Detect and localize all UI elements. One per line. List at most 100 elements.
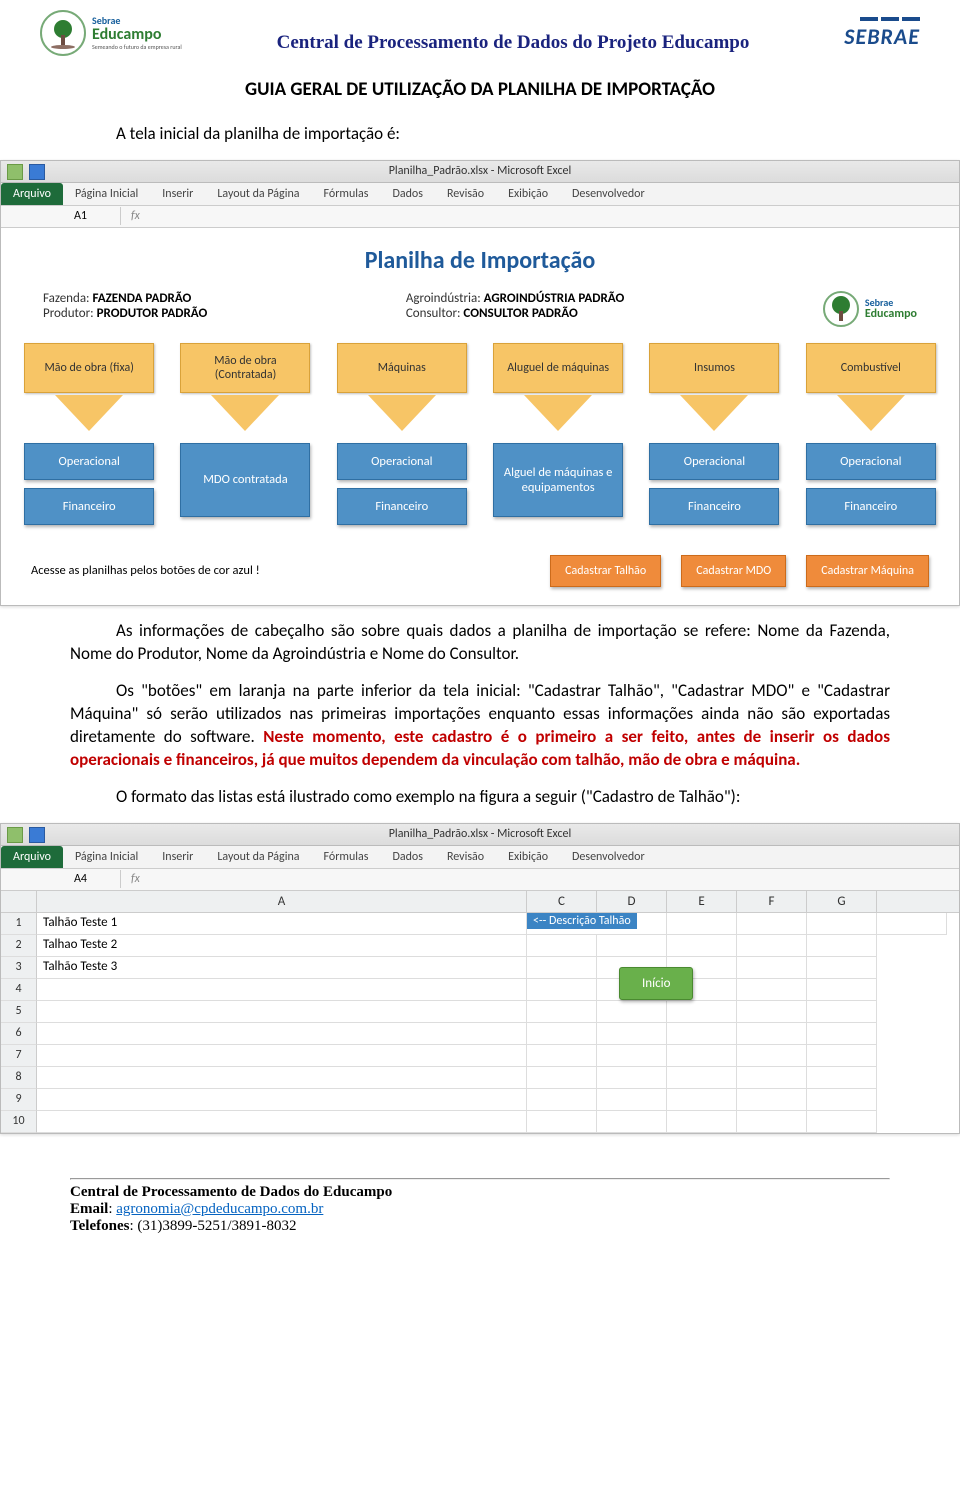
- row-number[interactable]: 3: [1, 957, 37, 979]
- cell[interactable]: [527, 1111, 597, 1133]
- ribbon-tab[interactable]: Arquivo: [1, 183, 63, 205]
- ribbon-tab[interactable]: Fórmulas: [312, 183, 381, 205]
- cell[interactable]: [597, 1001, 667, 1023]
- cell[interactable]: [527, 1067, 597, 1089]
- cell[interactable]: [737, 1045, 807, 1067]
- col-A[interactable]: A: [37, 891, 527, 912]
- col-F[interactable]: F: [737, 891, 807, 912]
- row-number[interactable]: 6: [1, 1023, 37, 1045]
- sheet-button[interactable]: Financeiro: [337, 488, 467, 525]
- col-E[interactable]: E: [667, 891, 737, 912]
- cell[interactable]: [37, 1067, 527, 1089]
- name-box[interactable]: A1: [41, 207, 121, 225]
- col-D[interactable]: D: [597, 891, 667, 912]
- cell[interactable]: [527, 957, 597, 979]
- cell[interactable]: [737, 1001, 807, 1023]
- cell[interactable]: [527, 979, 597, 1001]
- cell[interactable]: [667, 1023, 737, 1045]
- cell[interactable]: [737, 979, 807, 1001]
- cell[interactable]: [737, 1067, 807, 1089]
- sheet-button[interactable]: Operacional: [806, 443, 936, 480]
- ribbon-tab[interactable]: Exibição: [496, 183, 560, 205]
- cell[interactable]: [527, 1023, 597, 1045]
- row-number[interactable]: 8: [1, 1067, 37, 1089]
- cell[interactable]: [597, 1045, 667, 1067]
- row-number[interactable]: 10: [1, 1111, 37, 1133]
- cell[interactable]: [667, 1045, 737, 1067]
- save-icon[interactable]: [29, 827, 45, 843]
- ribbon-tab[interactable]: Dados: [380, 183, 434, 205]
- sheet-button[interactable]: Financeiro: [806, 488, 936, 525]
- ribbon-tab[interactable]: Inserir: [150, 183, 205, 205]
- cell[interactable]: [807, 979, 877, 1001]
- row-number[interactable]: 5: [1, 1001, 37, 1023]
- cell[interactable]: [527, 1001, 597, 1023]
- cell[interactable]: [807, 913, 877, 935]
- cadastrar-button[interactable]: Cadastrar MDO: [681, 555, 786, 587]
- cell[interactable]: [597, 1111, 667, 1133]
- cell[interactable]: [37, 1111, 527, 1133]
- cell[interactable]: [527, 1045, 597, 1067]
- cell[interactable]: [597, 1089, 667, 1111]
- sheet-button[interactable]: Financeiro: [24, 488, 154, 525]
- cell[interactable]: [737, 935, 807, 957]
- ribbon-tab[interactable]: Página Inicial: [63, 846, 150, 868]
- cell[interactable]: [667, 935, 737, 957]
- ribbon-tab[interactable]: Fórmulas: [312, 846, 381, 868]
- cell[interactable]: [37, 1089, 527, 1111]
- cell[interactable]: [667, 1067, 737, 1089]
- col-C[interactable]: C: [527, 891, 597, 912]
- row-number[interactable]: 2: [1, 935, 37, 957]
- ribbon-tab[interactable]: Inserir: [150, 846, 205, 868]
- cell[interactable]: [597, 935, 667, 957]
- cell[interactable]: [37, 979, 527, 1001]
- cell[interactable]: [737, 1111, 807, 1133]
- cell[interactable]: [807, 1089, 877, 1111]
- cell[interactable]: [37, 1045, 527, 1067]
- cell[interactable]: [807, 1111, 877, 1133]
- cadastrar-button[interactable]: Cadastrar Talhão: [550, 555, 661, 587]
- ribbon-tab[interactable]: Revisão: [435, 183, 496, 205]
- row-number[interactable]: 7: [1, 1045, 37, 1067]
- cell[interactable]: [527, 935, 597, 957]
- cell[interactable]: [807, 957, 877, 979]
- sheet-button[interactable]: Operacional: [337, 443, 467, 480]
- cadastrar-button[interactable]: Cadastrar Máquina: [806, 555, 929, 587]
- save-icon[interactable]: [29, 164, 45, 180]
- name-box[interactable]: A4: [41, 870, 121, 888]
- ribbon-tab[interactable]: Layout da Página: [205, 846, 311, 868]
- cell[interactable]: [667, 1111, 737, 1133]
- cell[interactable]: [667, 1001, 737, 1023]
- cell[interactable]: [597, 1023, 667, 1045]
- cell[interactable]: [37, 1023, 527, 1045]
- inicio-button[interactable]: Início: [619, 967, 693, 1000]
- row-number[interactable]: 9: [1, 1089, 37, 1111]
- ribbon-tab[interactable]: Desenvolvedor: [560, 183, 657, 205]
- cell[interactable]: [877, 913, 947, 935]
- ribbon-tab[interactable]: Layout da Página: [205, 183, 311, 205]
- cell[interactable]: [737, 913, 807, 935]
- ribbon-tab[interactable]: Exibição: [496, 846, 560, 868]
- cell[interactable]: [667, 1089, 737, 1111]
- cell[interactable]: Talhao Teste 2: [37, 935, 527, 957]
- cell[interactable]: [527, 1089, 597, 1111]
- sheet-button[interactable]: MDO contratada: [180, 443, 310, 517]
- sheet-button[interactable]: Alguel de máquinas e equipamentos: [493, 443, 623, 517]
- cell[interactable]: [807, 1045, 877, 1067]
- row-number[interactable]: 1: [1, 913, 37, 935]
- cell[interactable]: Talhão Teste 3: [37, 957, 527, 979]
- ribbon-tab[interactable]: Revisão: [435, 846, 496, 868]
- cell[interactable]: Talhão Teste 1: [37, 913, 527, 935]
- ribbon-tab[interactable]: Página Inicial: [63, 183, 150, 205]
- sheet-button[interactable]: Financeiro: [649, 488, 779, 525]
- sheet-button[interactable]: Operacional: [649, 443, 779, 480]
- ribbon-tab[interactable]: Desenvolvedor: [560, 846, 657, 868]
- sheet-button[interactable]: Operacional: [24, 443, 154, 480]
- cell[interactable]: [737, 1023, 807, 1045]
- cell[interactable]: [37, 1001, 527, 1023]
- col-G[interactable]: G: [807, 891, 877, 912]
- cell[interactable]: <-- Descrição Talhão: [527, 913, 667, 935]
- cell[interactable]: [807, 1067, 877, 1089]
- cell[interactable]: [737, 957, 807, 979]
- cell[interactable]: [737, 1089, 807, 1111]
